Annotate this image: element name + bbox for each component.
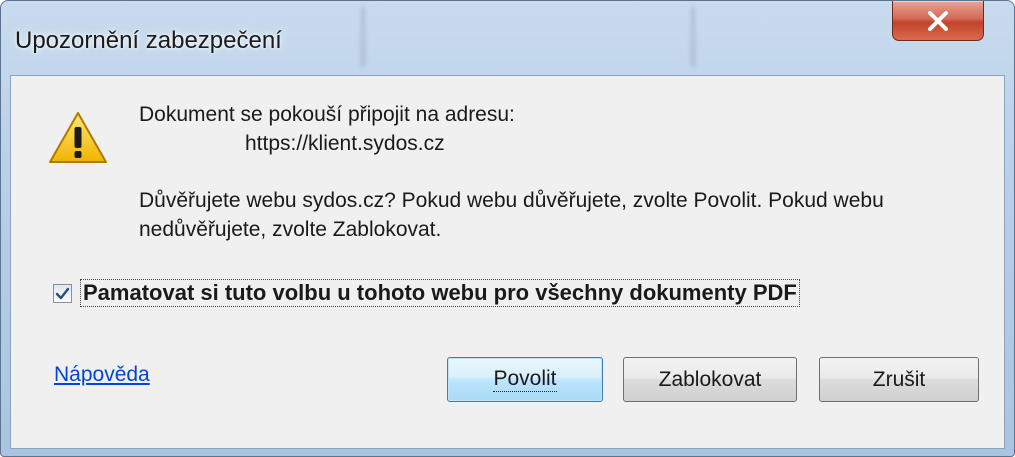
block-button-label: Zablokovat xyxy=(658,367,762,391)
remember-choice-row[interactable]: Pamatovat si tuto volbu u tohoto webu pr… xyxy=(53,279,800,307)
allow-button[interactable]: Povolit xyxy=(447,357,603,402)
allow-button-label: Povolit xyxy=(493,367,557,392)
window-title: Upozornění zabezpečení xyxy=(15,27,282,54)
security-warning-dialog: Upozornění zabezpečení Dokument se pokou… xyxy=(0,0,1015,457)
message-line-1: Dokument se pokouší připojit na adresu: xyxy=(139,103,515,126)
title-bar[interactable]: Upozornění zabezpečení xyxy=(1,1,1014,75)
message-line-2: Důvěřujete webu sydos.cz? Pokud webu dův… xyxy=(139,189,884,212)
block-button[interactable]: Zablokovat xyxy=(623,357,797,402)
remember-checkbox-label[interactable]: Pamatovat si tuto volbu u tohoto webu pr… xyxy=(80,279,800,307)
close-button[interactable] xyxy=(892,1,984,41)
message-url: https://klient.sydos.cz xyxy=(245,132,445,155)
help-link[interactable]: Nápověda xyxy=(54,363,150,387)
close-icon xyxy=(928,10,948,31)
dialog-content: Dokument se pokouší připojit na adresu: … xyxy=(10,75,1005,449)
cancel-button-label: Zrušit xyxy=(872,367,926,391)
checkmark-icon xyxy=(55,287,70,299)
warning-icon xyxy=(49,112,107,163)
cancel-button[interactable]: Zrušit xyxy=(819,357,979,402)
message-line-3: nedůvěřujete, zvolte Zablokovat. xyxy=(139,218,442,241)
remember-checkbox[interactable] xyxy=(53,283,72,303)
